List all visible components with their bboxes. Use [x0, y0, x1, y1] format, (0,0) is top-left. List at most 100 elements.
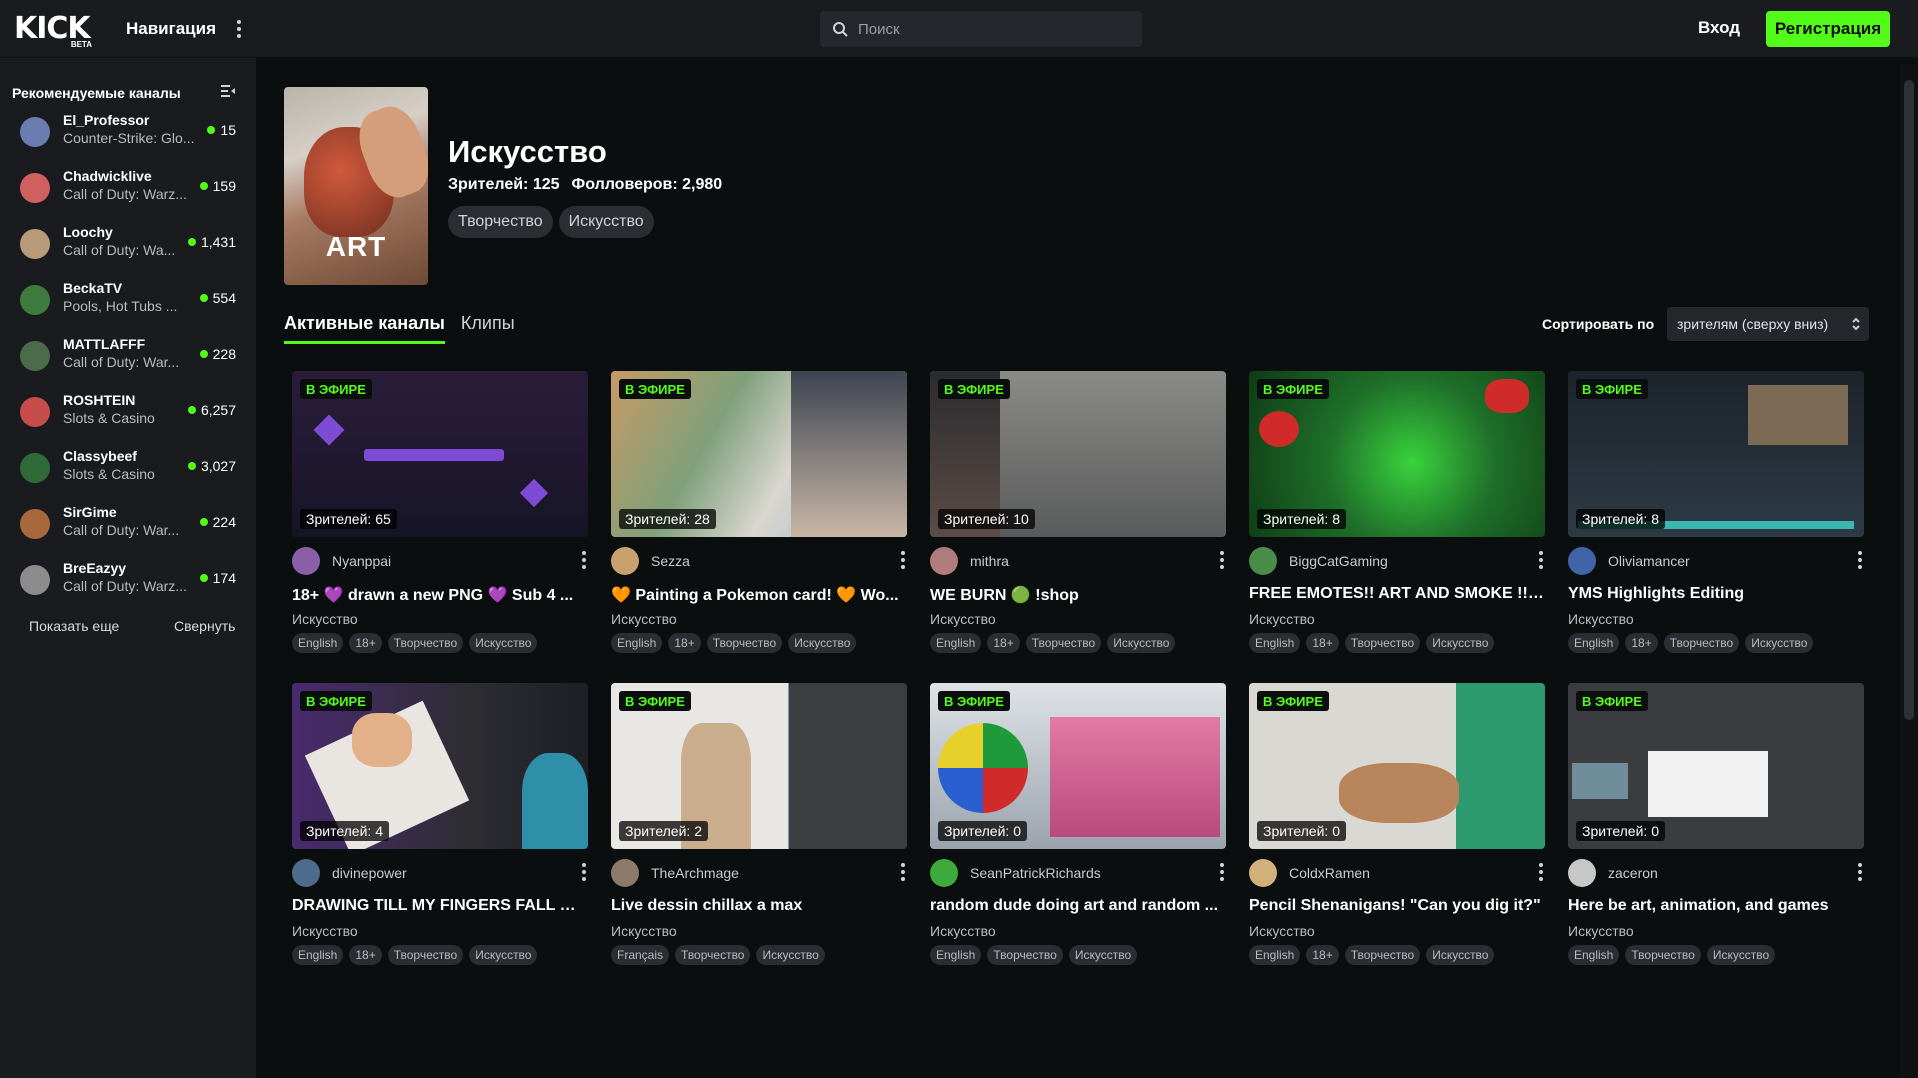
stream-card[interactable]: В ЭФИРЕ Зрителей: 2 TheArchmage Live des… [611, 683, 907, 965]
stream-tag[interactable]: Творчество [706, 633, 783, 653]
stream-title[interactable]: Live dessin chillax a max [611, 897, 907, 915]
stream-title[interactable]: random dude doing art and random ... [930, 897, 1226, 915]
category-tag[interactable]: Искусство [558, 206, 654, 238]
stream-tag[interactable]: 18+ [1625, 633, 1658, 653]
kick-logo[interactable]: KICK BETA [14, 9, 96, 49]
stream-title[interactable]: FREE EMOTES!! ART AND SMOKE !!!... [1249, 585, 1545, 603]
stream-thumbnail[interactable]: В ЭФИРЕ Зрителей: 65 [292, 371, 588, 537]
stream-thumbnail[interactable]: В ЭФИРЕ Зрителей: 4 [292, 683, 588, 849]
stream-tag[interactable]: Искусство [1426, 945, 1495, 965]
category-tag[interactable]: Творчество [448, 206, 553, 238]
stream-tag[interactable]: English [611, 633, 663, 653]
stream-tag[interactable]: English [1568, 633, 1620, 653]
stream-card[interactable]: В ЭФИРЕ Зрителей: 28 Sezza 🧡 Painting a … [611, 371, 907, 653]
stream-thumbnail[interactable]: В ЭФИРЕ Зрителей: 2 [611, 683, 907, 849]
stream-category[interactable]: Искусство [292, 923, 358, 939]
stream-thumbnail[interactable]: В ЭФИРЕ Зрителей: 8 [1249, 371, 1545, 537]
sidebar-channel-item[interactable]: ROSHTEIN Slots & Casino 6,257 [0, 384, 256, 440]
avatar[interactable] [292, 859, 320, 887]
stream-tag[interactable]: Творчество [1625, 945, 1701, 965]
stream-thumbnail[interactable]: В ЭФИРЕ Зрителей: 0 [1568, 683, 1864, 849]
stream-tag[interactable]: 18+ [1306, 945, 1339, 965]
channel-name[interactable]: Nyanppai [332, 553, 391, 569]
stream-thumbnail[interactable]: В ЭФИРЕ Зрителей: 0 [930, 683, 1226, 849]
avatar[interactable] [930, 547, 958, 575]
card-menu-icon[interactable] [1856, 549, 1864, 571]
avatar[interactable] [1568, 547, 1596, 575]
avatar[interactable] [611, 547, 639, 575]
sidebar-channel-item[interactable]: SirGime Call of Duty: War... 224 [0, 496, 256, 552]
stream-title[interactable]: Pencil Shenanigans! "Can you dig it?" [1249, 897, 1545, 915]
avatar[interactable] [930, 859, 958, 887]
sidebar-channel-item[interactable]: BreEazyy Call of Duty: Warz... 174 [0, 552, 256, 608]
stream-tag[interactable]: Творчество [1344, 945, 1421, 965]
stream-category[interactable]: Искусство [292, 611, 358, 627]
sidebar-channel-item[interactable]: Classybeef Slots & Casino 3,027 [0, 440, 256, 496]
stream-tag[interactable]: Творчество [1344, 633, 1421, 653]
stream-thumbnail[interactable]: В ЭФИРЕ Зрителей: 8 [1568, 371, 1864, 537]
stream-tag[interactable]: Искусство [788, 633, 857, 653]
channel-name[interactable]: TheArchmage [651, 865, 739, 881]
stream-category[interactable]: Искусство [611, 923, 677, 939]
stream-thumbnail[interactable]: В ЭФИРЕ Зрителей: 28 [611, 371, 907, 537]
search-input[interactable] [856, 19, 1126, 39]
channel-name[interactable]: divinepower [332, 865, 407, 881]
channel-name[interactable]: SeanPatrickRichards [970, 865, 1101, 881]
avatar[interactable] [1568, 859, 1596, 887]
stream-tag[interactable]: Творчество [1025, 633, 1102, 653]
stream-title[interactable]: WE BURN 🟢 !shop [930, 585, 1226, 605]
card-menu-icon[interactable] [1537, 861, 1545, 883]
channel-name[interactable]: ColdxRamen [1289, 865, 1370, 881]
stream-card[interactable]: В ЭФИРЕ Зрителей: 0 SeanPatrickRichards … [930, 683, 1226, 965]
card-menu-icon[interactable] [1218, 549, 1226, 571]
card-menu-icon[interactable] [899, 861, 907, 883]
stream-card[interactable]: В ЭФИРЕ Зрителей: 8 BiggCatGaming FREE E… [1249, 371, 1545, 653]
stream-tag[interactable]: Искусство [1107, 633, 1176, 653]
collapse-sidebar-icon[interactable] [220, 84, 236, 98]
sidebar-channel-item[interactable]: El_Professor Counter-Strike: Glo... 15 [0, 104, 256, 160]
stream-category[interactable]: Искусство [1568, 923, 1634, 939]
stream-thumbnail[interactable]: В ЭФИРЕ Зрителей: 0 [1249, 683, 1545, 849]
channel-name[interactable]: Oliviamancer [1608, 553, 1690, 569]
stream-title[interactable]: YMS Highlights Editing [1568, 585, 1864, 603]
card-menu-icon[interactable] [899, 549, 907, 571]
stream-category[interactable]: Искусство [1249, 611, 1315, 627]
card-menu-icon[interactable] [580, 549, 588, 571]
stream-card[interactable]: В ЭФИРЕ Зрителей: 4 divinepower DRAWING … [292, 683, 588, 965]
stream-title[interactable]: Here be art, animation, and games [1568, 897, 1864, 915]
card-menu-icon[interactable] [580, 861, 588, 883]
stream-title[interactable]: 🧡 Painting a Pokemon card! 🧡 Wo... [611, 585, 907, 605]
stream-tag[interactable]: Творчество [387, 633, 464, 653]
stream-tag[interactable]: 18+ [987, 633, 1020, 653]
sidebar-channel-item[interactable]: Loochy Call of Duty: Wa... 1,431 [0, 216, 256, 272]
stream-tag[interactable]: Творчество [675, 945, 751, 965]
stream-tag[interactable]: English [1568, 945, 1620, 965]
avatar[interactable] [1249, 547, 1277, 575]
stream-tag[interactable]: English [1249, 945, 1301, 965]
stream-title[interactable]: DRAWING TILL MY FINGERS FALL OFF [292, 897, 588, 915]
stream-tag[interactable]: English [1249, 633, 1301, 653]
stream-card[interactable]: В ЭФИРЕ Зрителей: 10 mithra WE BURN 🟢 !s… [930, 371, 1226, 653]
card-menu-icon[interactable] [1537, 549, 1545, 571]
stream-tag[interactable]: Искусство [1706, 945, 1776, 965]
stream-tag[interactable]: 18+ [1306, 633, 1339, 653]
stream-tag[interactable]: Творчество [1663, 633, 1740, 653]
stream-tag[interactable]: 18+ [349, 633, 382, 653]
card-menu-icon[interactable] [1218, 861, 1226, 883]
sidebar-channel-item[interactable]: MATTLAFFF Call of Duty: War... 228 [0, 328, 256, 384]
avatar[interactable] [1249, 859, 1277, 887]
channel-name[interactable]: mithra [970, 553, 1009, 569]
stream-tag[interactable]: Искусство [469, 633, 538, 653]
register-button[interactable]: Регистрация [1766, 11, 1890, 47]
sidebar-channel-item[interactable]: BeckaTV Pools, Hot Tubs ... 554 [0, 272, 256, 328]
tab-clips[interactable]: Клипы [461, 313, 515, 342]
sidebar-channel-item[interactable]: Chadwicklive Call of Duty: Warz... 159 [0, 160, 256, 216]
stream-tag[interactable]: Искусство [469, 945, 538, 965]
stream-tag[interactable]: English [292, 633, 344, 653]
show-more-button[interactable]: Показать еще [29, 618, 119, 634]
stream-tag[interactable]: Искусство [1068, 945, 1138, 965]
stream-card[interactable]: В ЭФИРЕ Зрителей: 0 ColdxRamen Pencil Sh… [1249, 683, 1545, 965]
stream-category[interactable]: Искусство [1249, 923, 1315, 939]
stream-category[interactable]: Искусство [611, 611, 677, 627]
page-scrollbar[interactable] [1900, 64, 1918, 1078]
